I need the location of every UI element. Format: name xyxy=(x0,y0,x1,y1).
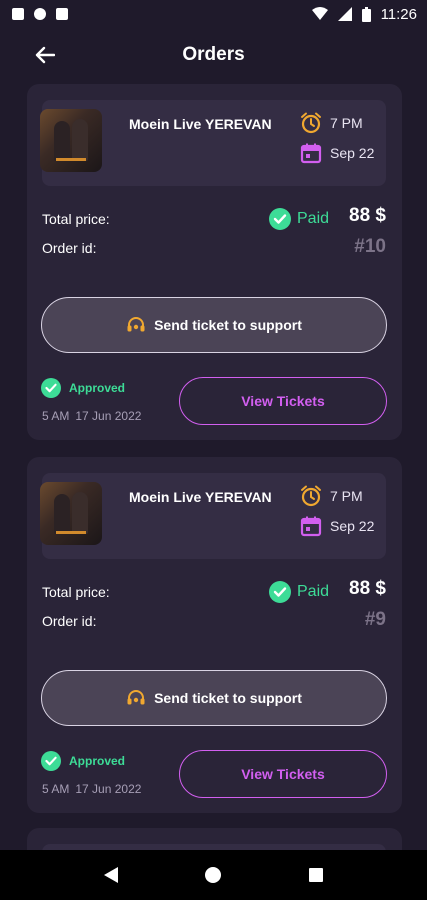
check-circle-icon xyxy=(41,378,61,398)
event-title: Moein Live YEREVAN xyxy=(129,116,272,132)
nav-home-button[interactable] xyxy=(193,855,233,895)
order-time: 5 AM xyxy=(42,409,70,423)
order-time: 5 AM xyxy=(42,782,70,796)
event-time-label: 7 PM xyxy=(330,488,363,504)
payment-status-label: Paid xyxy=(297,210,330,227)
order-card: Moein Live YEREVAN 7 PM Sep 22 Total pri… xyxy=(27,457,402,813)
event-date-label: Sep 22 xyxy=(330,145,375,161)
event-date: Sep 22 xyxy=(300,515,374,537)
event-time: 7 PM xyxy=(300,485,363,507)
alarm-clock-icon xyxy=(301,485,321,507)
support-button-label: Send ticket to support xyxy=(154,317,302,333)
sync-icon xyxy=(34,8,46,20)
sd-card-icon xyxy=(56,8,68,20)
support-headset-icon xyxy=(127,317,145,332)
order-date: 17 Jun 2022 xyxy=(75,409,142,423)
check-circle-icon xyxy=(41,751,61,771)
order-id-label: Order id: xyxy=(42,240,97,256)
order-id-label: Order id: xyxy=(42,613,97,629)
support-button-label: Send ticket to support xyxy=(154,690,302,706)
approval-status: Approved xyxy=(41,751,125,771)
total-price-label: Total price: xyxy=(42,211,110,227)
alarm-clock-icon xyxy=(301,112,321,134)
arrow-left-icon xyxy=(35,46,55,64)
check-circle-icon xyxy=(269,208,291,230)
page-title: Orders xyxy=(182,44,245,65)
order-id-value: #10 xyxy=(354,236,386,257)
total-price-label: Total price: xyxy=(42,584,110,600)
nav-back-button[interactable] xyxy=(91,855,131,895)
triangle-back-icon xyxy=(104,867,119,883)
total-price-value: 88 $ xyxy=(349,578,386,599)
event-time: 7 PM xyxy=(300,112,363,134)
event-time-label: 7 PM xyxy=(330,115,363,131)
support-headset-icon xyxy=(127,690,145,705)
status-bar-left xyxy=(12,8,68,20)
back-button[interactable] xyxy=(30,40,60,70)
circle-home-icon xyxy=(205,867,222,883)
order-timestamp: 5 AM 17 Jun 2022 xyxy=(42,409,141,423)
send-ticket-to-support-button[interactable]: Send ticket to support xyxy=(41,670,387,726)
check-circle-icon xyxy=(269,581,291,603)
signal-icon xyxy=(337,7,352,21)
order-card: Moein Live YEREVAN 7 PM Sep 22 Total pri… xyxy=(27,84,402,440)
status-bar-right: 11:26 xyxy=(311,5,417,23)
view-tickets-button[interactable]: View Tickets xyxy=(179,377,387,425)
app-header: Orders xyxy=(0,28,427,82)
wifi-icon xyxy=(311,7,328,20)
approval-status-label: Approved xyxy=(69,381,126,395)
payment-status-label: Paid xyxy=(297,583,330,600)
send-ticket-to-support-button[interactable]: Send ticket to support xyxy=(41,297,387,353)
battery-icon xyxy=(361,6,371,22)
order-id-value: #9 xyxy=(364,609,386,630)
system-navigation-bar xyxy=(0,850,427,900)
calendar-icon xyxy=(300,516,322,537)
order-timestamp: 5 AM 17 Jun 2022 xyxy=(42,782,141,796)
orders-list: Moein Live YEREVAN 7 PM Sep 22 Total pri… xyxy=(27,84,402,830)
status-time: 11:26 xyxy=(380,5,417,23)
payment-status: Paid xyxy=(269,581,329,603)
event-title: Moein Live YEREVAN xyxy=(129,489,272,505)
event-date-label: Sep 22 xyxy=(330,518,375,534)
notification-icon xyxy=(12,8,24,20)
order-date: 17 Jun 2022 xyxy=(75,782,142,796)
event-poster xyxy=(40,109,102,172)
total-price-value: 88 $ xyxy=(349,205,386,226)
square-recents-icon xyxy=(308,868,323,882)
approval-status: Approved xyxy=(41,378,125,398)
approval-status-label: Approved xyxy=(69,754,126,768)
payment-status: Paid xyxy=(269,208,329,230)
event-poster xyxy=(40,482,102,545)
nav-recents-button[interactable] xyxy=(296,855,336,895)
status-bar: 11:26 xyxy=(0,0,427,28)
event-date: Sep 22 xyxy=(300,142,374,164)
view-tickets-button[interactable]: View Tickets xyxy=(179,750,387,798)
calendar-icon xyxy=(300,143,322,164)
